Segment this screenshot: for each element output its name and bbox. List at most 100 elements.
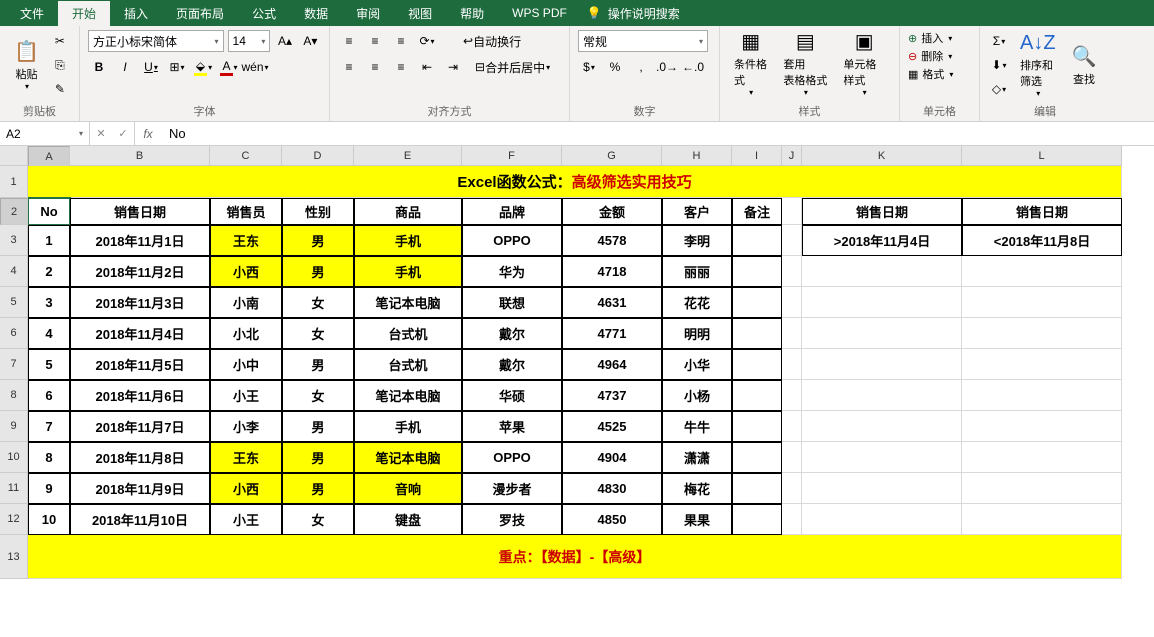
cell[interactable]: 金额 [562,198,662,225]
cell[interactable]: 戴尔 [462,349,562,380]
active-cell[interactable]: No [28,198,70,225]
phonetic-button[interactable]: wén▾ [244,56,266,78]
col-header-E[interactable]: E [354,146,462,166]
cell[interactable]: 丽丽 [662,256,732,287]
cell[interactable]: 客户 [662,198,732,225]
cell[interactable]: 9 [28,473,70,504]
cell[interactable]: 小中 [210,349,282,380]
cell[interactable] [732,442,782,473]
row-header-1[interactable]: 1 [0,166,28,198]
col-header-C[interactable]: C [210,146,282,166]
cell[interactable] [962,256,1122,287]
font-color-button[interactable]: A▾ [218,56,240,78]
cell[interactable]: 2018年11月10日 [70,504,210,535]
cell[interactable]: 女 [282,287,354,318]
col-header-H[interactable]: H [662,146,732,166]
row-header-11[interactable]: 11 [0,473,28,504]
cell[interactable]: 华为 [462,256,562,287]
cell[interactable] [802,349,962,380]
cell[interactable]: 苹果 [462,411,562,442]
cell[interactable]: 小华 [662,349,732,380]
row-header-2[interactable]: 2 [0,198,28,225]
cell[interactable]: 商品 [354,198,462,225]
cell[interactable] [962,504,1122,535]
cell[interactable]: 4771 [562,318,662,349]
cell[interactable]: 男 [282,442,354,473]
cell[interactable]: 4 [28,318,70,349]
cell[interactable] [782,225,802,256]
cell[interactable]: <2018年11月8日 [962,225,1122,256]
cell[interactable]: 小南 [210,287,282,318]
cell[interactable]: 小北 [210,318,282,349]
currency-button[interactable]: $▾ [578,56,600,78]
copy-button[interactable]: ⎘ [49,54,71,76]
col-header-B[interactable]: B [70,146,210,166]
cell[interactable]: 女 [282,380,354,411]
cell[interactable]: 戴尔 [462,318,562,349]
cell[interactable]: 7 [28,411,70,442]
cell[interactable] [802,256,962,287]
cell[interactable]: 小王 [210,380,282,411]
format-cells-button[interactable]: ▦ 格式 ▾ [908,66,971,82]
cell[interactable] [802,411,962,442]
cell[interactable]: 10 [28,504,70,535]
cell[interactable]: 果果 [662,504,732,535]
cell[interactable]: 品牌 [462,198,562,225]
conditional-format-button[interactable]: ▦条件格式▾ [728,30,773,96]
underline-button[interactable]: U▾ [140,56,162,78]
col-header-K[interactable]: K [802,146,962,166]
cell[interactable]: 4850 [562,504,662,535]
cell[interactable]: 小西 [210,256,282,287]
dec-decimal-button[interactable]: ←.0 [682,56,704,78]
cell[interactable] [802,504,962,535]
cell[interactable] [782,287,802,318]
col-header-J[interactable]: J [782,146,802,166]
cell-styles-button[interactable]: ▣单元格样式▾ [837,30,891,96]
row-header-10[interactable]: 10 [0,442,28,473]
cell[interactable]: 6 [28,380,70,411]
cell[interactable]: 潇潇 [662,442,732,473]
row-header-7[interactable]: 7 [0,349,28,380]
cell[interactable]: 音响 [354,473,462,504]
col-header-A[interactable]: A [28,146,70,168]
indent-dec-button[interactable]: ⇤ [416,56,438,78]
cell[interactable]: 2018年11月1日 [70,225,210,256]
cell[interactable]: 男 [282,349,354,380]
cell[interactable]: 男 [282,256,354,287]
cell[interactable] [802,287,962,318]
cell[interactable]: 2018年11月8日 [70,442,210,473]
cell[interactable]: 2018年11月5日 [70,349,210,380]
formula-bar[interactable]: No [161,126,1154,142]
cell[interactable] [782,380,802,411]
tab-视图[interactable]: 视图 [394,1,446,26]
autosum-button[interactable]: Σ▾ [988,30,1010,52]
cell[interactable]: 销售员 [210,198,282,225]
cell[interactable]: 2018年11月3日 [70,287,210,318]
cell[interactable] [732,349,782,380]
cell[interactable]: 键盘 [354,504,462,535]
tab-审阅[interactable]: 审阅 [342,1,394,26]
cell[interactable]: 李明 [662,225,732,256]
cell[interactable]: 女 [282,318,354,349]
inc-decimal-button[interactable]: .0→ [656,56,678,78]
cell[interactable]: 2018年11月7日 [70,411,210,442]
cell[interactable]: 手机 [354,225,462,256]
insert-cells-button[interactable]: ⊕ 插入 ▾ [908,30,971,46]
cell[interactable]: 4830 [562,473,662,504]
cell[interactable]: 4964 [562,349,662,380]
cell[interactable]: 5 [28,349,70,380]
row-header-12[interactable]: 12 [0,504,28,535]
cell[interactable] [962,442,1122,473]
orientation-button[interactable]: ⟳▾ [416,30,438,52]
cell[interactable] [962,287,1122,318]
cell[interactable]: 王东 [210,225,282,256]
cell[interactable] [802,442,962,473]
col-header-D[interactable]: D [282,146,354,166]
cell[interactable] [962,380,1122,411]
cell[interactable] [782,198,802,225]
cell[interactable] [782,442,802,473]
cell[interactable]: 性别 [282,198,354,225]
align-top-button[interactable]: ≡ [338,30,360,52]
cell[interactable]: 男 [282,473,354,504]
align-left-button[interactable]: ≡ [338,56,360,78]
